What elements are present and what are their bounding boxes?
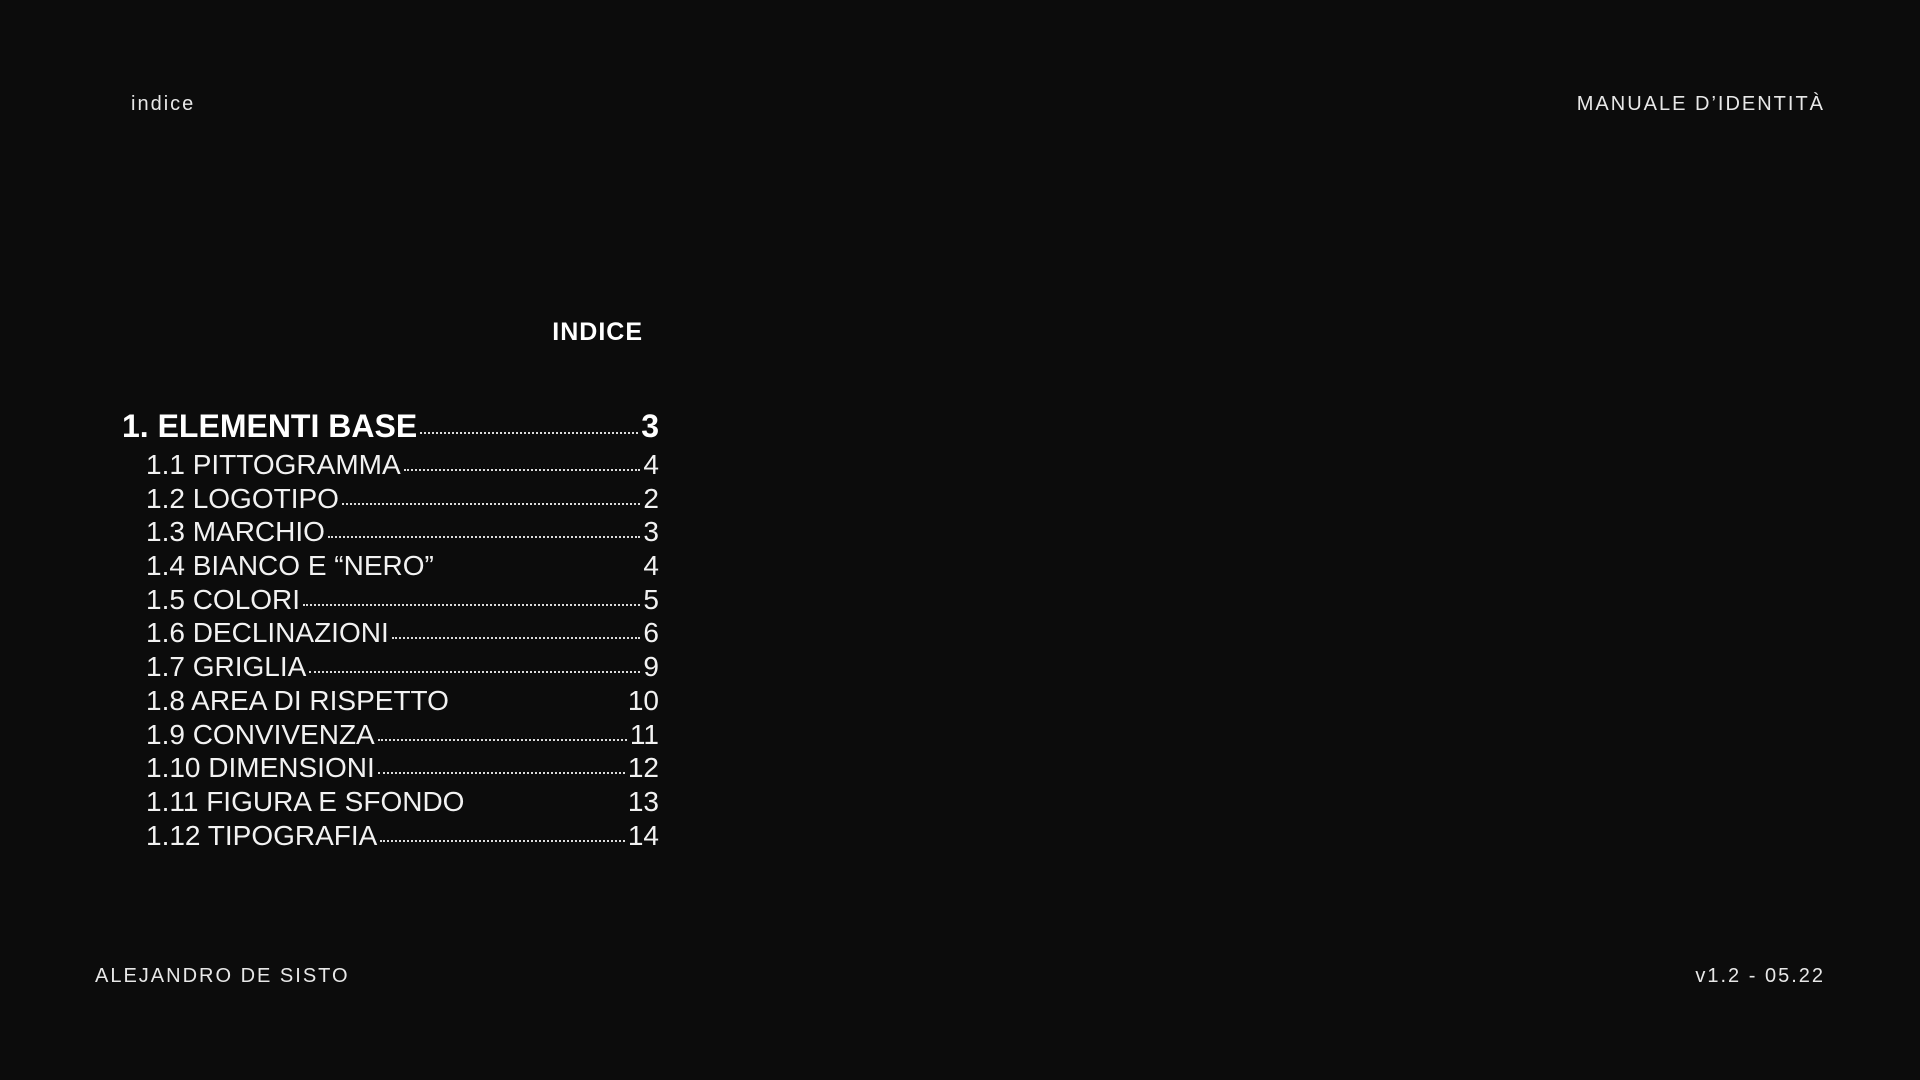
dot-leader — [309, 671, 641, 674]
toc-entry-page: 12 — [627, 752, 659, 784]
toc-entry-page: 9 — [643, 651, 659, 683]
toc-entry-page: 4 — [643, 550, 659, 582]
toc-entry-label: 1.3 MARCHIO — [146, 516, 325, 548]
toc-entry-label: 1.11 FIGURA E SFONDO — [146, 785, 465, 817]
toc-chapter-page: 3 — [641, 408, 659, 444]
toc-entry-page: 14 — [627, 819, 659, 851]
document-title: MANUALE D’IDENTITÀ — [1576, 93, 1825, 115]
toc-entry[interactable]: 1.2 LOGOTIPO 2 — [122, 482, 659, 516]
blank-leader — [437, 570, 641, 572]
toc-entry-label: 1.7 GRIGLIA — [146, 651, 307, 683]
toc-entry[interactable]: 1.6 DECLINAZIONI 6 — [122, 616, 659, 650]
toc-entry[interactable]: 1.4 BIANCO E “NERO” 4 — [122, 549, 659, 583]
toc-entry-page: 10 — [627, 684, 659, 716]
toc-chapter-label: 1. ELEMENTI BASE — [122, 408, 418, 444]
dot-leader — [420, 432, 639, 434]
dot-leader — [303, 603, 641, 606]
toc-entry-page: 3 — [643, 516, 659, 548]
toc-entry[interactable]: 1.10 DIMENSIONI 12 — [122, 751, 659, 785]
toc-entry-label: 1.8 AREA DI RISPETTO — [146, 684, 449, 716]
toc-entry-label: 1.2 LOGOTIPO — [146, 482, 339, 514]
toc-entry-label: 1.9 CONVIVENZA — [146, 718, 375, 750]
toc-chapter[interactable]: 1. ELEMENTI BASE 3 — [122, 404, 659, 448]
toc-entry[interactable]: 1.12 TIPOGRAFIA 14 — [122, 819, 659, 853]
toc-entry[interactable]: 1.3 MARCHIO 3 — [122, 515, 659, 549]
blank-leader — [452, 705, 625, 707]
toc-entry-page: 6 — [643, 617, 659, 649]
index-heading: INDICE — [552, 318, 643, 346]
toc-entry-page: 11 — [629, 718, 659, 750]
toc-entry-label: 1.12 TIPOGRAFIA — [146, 819, 378, 851]
dot-leader — [380, 839, 625, 842]
toc-entry-page: 5 — [643, 583, 659, 615]
dot-leader — [377, 772, 625, 775]
dot-leader — [341, 502, 641, 505]
toc-entry[interactable]: 1.5 COLORI 5 — [122, 583, 659, 617]
dot-leader — [403, 469, 641, 471]
blank-leader — [467, 806, 624, 808]
toc-entry[interactable]: 1.9 CONVIVENZA 11 — [122, 718, 659, 752]
toc-entry-page: 4 — [643, 449, 659, 480]
section-label: indice — [131, 93, 196, 115]
toc-entry-label: 1.5 COLORI — [146, 583, 301, 615]
dot-leader — [391, 637, 641, 640]
toc-entry-page: 13 — [627, 785, 659, 817]
toc-entry[interactable]: 1.11 FIGURA E SFONDO 13 — [122, 785, 659, 819]
dot-leader — [327, 536, 641, 539]
toc-entry-label: 1.10 DIMENSIONI — [146, 752, 375, 784]
toc-entry[interactable]: 1.7 GRIGLIA 9 — [122, 650, 659, 684]
author-name: ALEJANDRO DE SISTO — [95, 965, 350, 987]
table-of-contents: 1. ELEMENTI BASE 3 1.1 PITTOGRAMMA 4 1.2… — [122, 404, 659, 852]
toc-entry-label: 1.6 DECLINAZIONI — [146, 617, 389, 649]
version-label: v1.2 - 05.22 — [1695, 965, 1825, 987]
dot-leader — [377, 738, 627, 741]
toc-entry[interactable]: 1.1 PITTOGRAMMA 4 — [122, 448, 659, 482]
toc-entry-label: 1.1 PITTOGRAMMA — [146, 449, 401, 480]
toc-entry-label: 1.4 BIANCO E “NERO” — [146, 550, 434, 582]
toc-entry[interactable]: 1.8 AREA DI RISPETTO 10 — [122, 684, 659, 718]
toc-entry-page: 2 — [643, 482, 659, 514]
